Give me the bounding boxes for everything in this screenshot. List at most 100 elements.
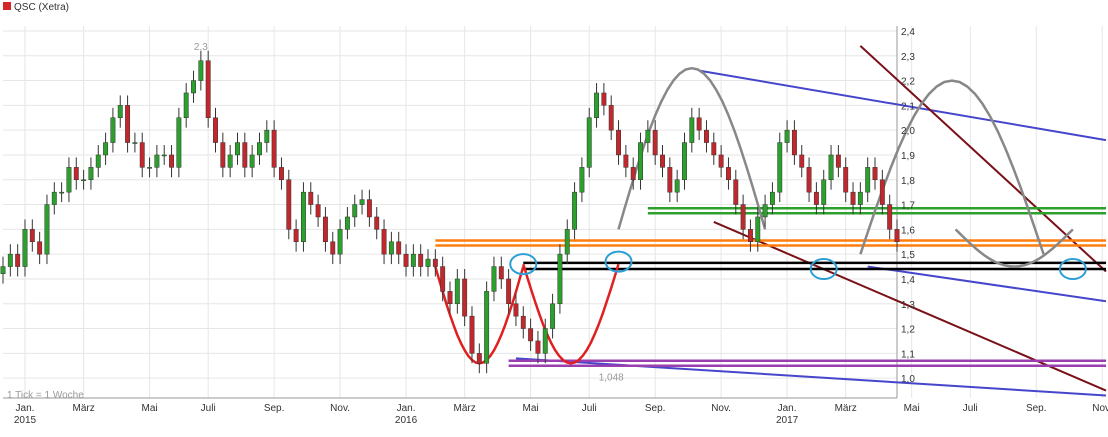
x-tick-label: Nov. — [711, 403, 731, 414]
candle-body — [388, 241, 394, 255]
candle-body — [286, 179, 292, 230]
candle-body — [696, 117, 702, 131]
candle-body — [682, 142, 687, 181]
candle-body — [704, 129, 709, 143]
candle-body — [542, 328, 548, 354]
candle-body — [279, 167, 284, 181]
candle-body — [117, 105, 123, 119]
x-tick-label: Nov. — [330, 403, 350, 414]
candle-body — [410, 253, 416, 267]
candle-body — [264, 129, 270, 143]
stock-chart: 1,0 1,1 1,2 1,3 1,4 1,5 1,6 1,7 1,8 1,9 2,0 2,1 2,2 2… — [0, 0, 1108, 437]
candle-body — [132, 142, 138, 144]
candle-body — [352, 204, 358, 218]
x-tick-label: Jan. — [778, 403, 797, 414]
y-tick-label: 1,7 — [901, 201, 915, 212]
candle-body — [205, 60, 211, 119]
candle-body — [777, 142, 783, 193]
candle-body — [769, 191, 775, 205]
candle-body — [308, 191, 314, 205]
legend-swatch — [3, 2, 11, 10]
candle-body — [51, 191, 57, 205]
x-year-label: 2017 — [776, 415, 799, 426]
candle-body — [125, 105, 131, 143]
candle-body — [850, 191, 856, 205]
candle-body — [235, 142, 240, 156]
candle-body — [110, 117, 116, 143]
value-annotation: 1,048 — [599, 372, 624, 383]
y-axis: 1,0 1,1 1,2 1,3 1,4 1,5 1,6 1,7 1,8 1,9 2,0 2,1 2,2 2… — [901, 27, 915, 385]
y-tick-label: 2,1 — [901, 101, 915, 112]
candle-body — [813, 191, 819, 205]
x-tick-label: Sep. — [1026, 403, 1047, 414]
x-year-label: 2016 — [395, 415, 418, 426]
candle-body — [755, 216, 761, 243]
candle-body — [557, 253, 563, 305]
candle-body — [608, 105, 614, 131]
candle-body — [821, 179, 827, 205]
candle-body — [447, 291, 453, 305]
candle-body — [520, 315, 526, 329]
candle-body — [572, 191, 578, 230]
candle-body — [564, 229, 570, 255]
candle-body — [506, 278, 512, 305]
candle-body — [73, 167, 79, 181]
candle-body — [22, 229, 28, 267]
candle-body — [242, 142, 248, 168]
candle-body — [249, 154, 255, 168]
candle-body — [198, 60, 204, 81]
y-tick-label: 1,1 — [901, 349, 915, 360]
candle-body — [15, 253, 21, 267]
candle-body — [806, 167, 812, 193]
candle-body — [66, 167, 72, 193]
candle-body — [37, 241, 43, 255]
candle-body — [586, 117, 592, 168]
candle-body — [191, 80, 196, 94]
candle-body — [616, 129, 621, 156]
candle-body — [103, 142, 109, 156]
y-tick-label: 1,2 — [901, 325, 915, 336]
candle-body — [865, 167, 871, 193]
candle-body — [213, 117, 218, 143]
candle-body — [7, 253, 13, 267]
candle-body — [139, 142, 145, 168]
x-tick-label: Jan. — [397, 403, 416, 414]
candle-body — [344, 216, 350, 230]
candle-body — [733, 179, 739, 205]
candle-body — [29, 229, 35, 243]
x-tick-label: Nov. — [1092, 403, 1108, 414]
x-tick-label: Mai — [523, 403, 539, 414]
x-tick-label: Mai — [904, 403, 920, 414]
x-tick-label: März — [72, 403, 94, 414]
candle-body — [799, 154, 805, 168]
y-tick-label: 2,4 — [901, 27, 915, 38]
candle-body — [550, 303, 556, 329]
y-tick-label: 1,5 — [901, 250, 915, 261]
candle-body — [337, 229, 343, 255]
candle-body — [674, 179, 680, 193]
candle-body — [791, 129, 797, 156]
candle-body — [469, 315, 475, 354]
value-annotation: 2,3 — [194, 42, 208, 53]
candle-body — [330, 241, 336, 255]
x-tick-label: März — [454, 403, 476, 414]
y-tick-label: 1,9 — [901, 151, 915, 162]
x-tick-label: Juli — [582, 403, 597, 414]
candle-body — [44, 204, 50, 255]
candle-body — [718, 154, 724, 168]
candle-body — [381, 229, 387, 255]
candle-body — [843, 167, 849, 193]
chart-background — [0, 0, 1108, 437]
candle-body — [660, 154, 665, 168]
candle-body — [169, 154, 174, 168]
legend-label: QSC (Xetra) — [14, 2, 69, 13]
candle-body — [366, 199, 372, 218]
candle-body — [154, 154, 160, 168]
candle-body — [418, 253, 424, 267]
candle-body — [81, 179, 87, 182]
candle-body — [645, 129, 651, 143]
candle-body — [740, 204, 746, 230]
candle-body — [747, 229, 753, 243]
candle-body — [872, 167, 878, 181]
candle-body — [491, 266, 497, 292]
